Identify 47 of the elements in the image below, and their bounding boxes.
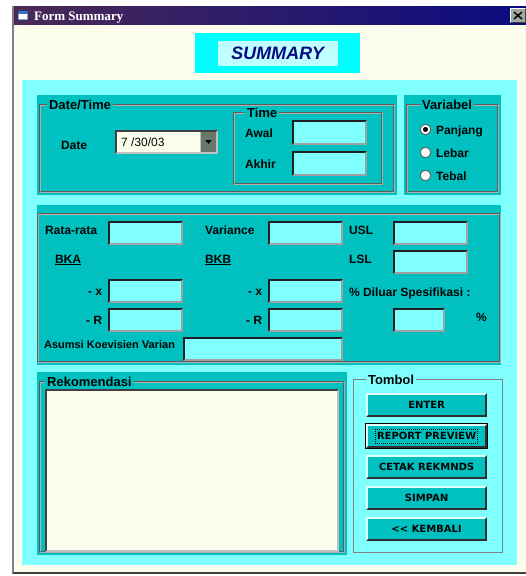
group-label: Rekomendasi <box>46 374 133 389</box>
field-label: Asumsi Koevisien Varian <box>43 338 176 351</box>
text-field[interactable] <box>393 221 468 245</box>
text-field[interactable] <box>183 337 343 361</box>
section-label: BKA <box>54 251 82 266</box>
field-label: LSL <box>349 251 373 266</box>
text-field[interactable] <box>108 221 183 245</box>
text-field[interactable] <box>268 221 343 245</box>
window-title: Form Summary <box>34 8 124 24</box>
text-field[interactable] <box>268 279 343 303</box>
text-field[interactable] <box>393 308 445 332</box>
field-label: - R <box>86 313 103 327</box>
field-label: Variance <box>205 222 256 237</box>
command-button[interactable]: CETAK REKMNDS <box>366 455 487 479</box>
radio-option[interactable]: Panjang <box>420 118 497 141</box>
command-button[interactable]: ENTER <box>366 393 487 417</box>
field-label: - R <box>246 313 263 327</box>
section-label: BKB <box>205 251 232 266</box>
text-field[interactable] <box>268 308 343 332</box>
date-dropdown[interactable]: 7 /30/03 <box>115 130 218 154</box>
field-label: % <box>475 309 488 324</box>
command-button[interactable]: REPORT PREVIEW <box>366 424 487 448</box>
text-field[interactable] <box>393 250 468 274</box>
command-button[interactable]: << KEMBALI <box>366 517 487 541</box>
field-label: % Diluar Spesifikasi : <box>349 284 472 299</box>
radio-option[interactable]: Lebar <box>420 141 497 164</box>
field-label: Akhir <box>245 156 277 170</box>
form-heading: SUMMARY <box>218 40 338 66</box>
caret-icon[interactable] <box>200 132 216 152</box>
field-label: Awal <box>245 126 274 140</box>
field-label: USL <box>349 222 374 237</box>
field-label: Rata-rata <box>45 222 98 237</box>
field-label: Date <box>61 138 88 152</box>
group-label: Variabel <box>421 97 473 112</box>
command-button[interactable]: SIMPAN <box>366 486 487 510</box>
close-button[interactable] <box>510 8 526 23</box>
text-field[interactable] <box>108 308 183 332</box>
text-field[interactable] <box>292 120 367 145</box>
text-field[interactable] <box>108 279 183 303</box>
group-label: Tombol <box>367 372 415 387</box>
field-label: - x <box>248 284 263 298</box>
field-label: - x <box>88 284 103 298</box>
window-icon <box>17 10 29 21</box>
group-label: Time <box>246 105 278 120</box>
group-label: Date/Time <box>48 97 112 112</box>
text-field[interactable] <box>292 151 367 176</box>
radio-option[interactable]: Tebal <box>420 164 497 187</box>
